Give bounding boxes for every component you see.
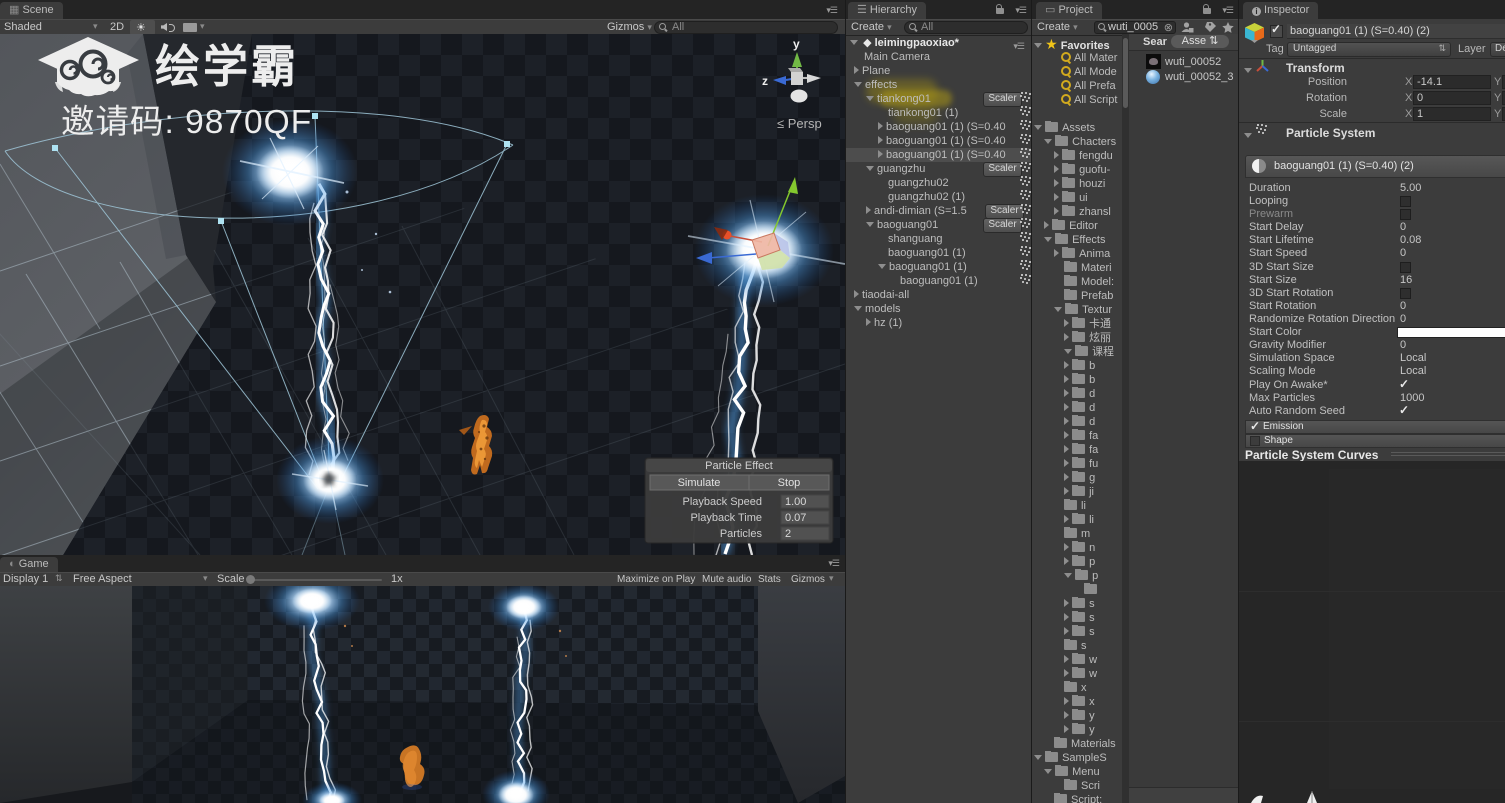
svg-text:z: z (762, 74, 768, 88)
svg-text:y: y (793, 37, 800, 51)
svg-text:2: 2 (785, 528, 791, 540)
svg-text:Particles: Particles (720, 528, 763, 540)
svg-text:1.00: 1.00 (785, 496, 806, 508)
svg-text:绘学霸: 绘学霸 (155, 41, 299, 92)
svg-text:Playback Time: Playback Time (690, 512, 762, 524)
svg-text:0.07: 0.07 (785, 512, 806, 524)
svg-text:邀请码: 9870QF: 邀请码: 9870QF (61, 104, 312, 141)
svg-text:Playback Speed: Playback Speed (683, 496, 763, 508)
svg-text:Stop: Stop (778, 477, 801, 489)
svg-text:≤ Persp: ≤ Persp (777, 116, 822, 131)
svg-text:Particle Effect: Particle Effect (705, 460, 773, 472)
svg-text:Simulate: Simulate (678, 477, 721, 489)
